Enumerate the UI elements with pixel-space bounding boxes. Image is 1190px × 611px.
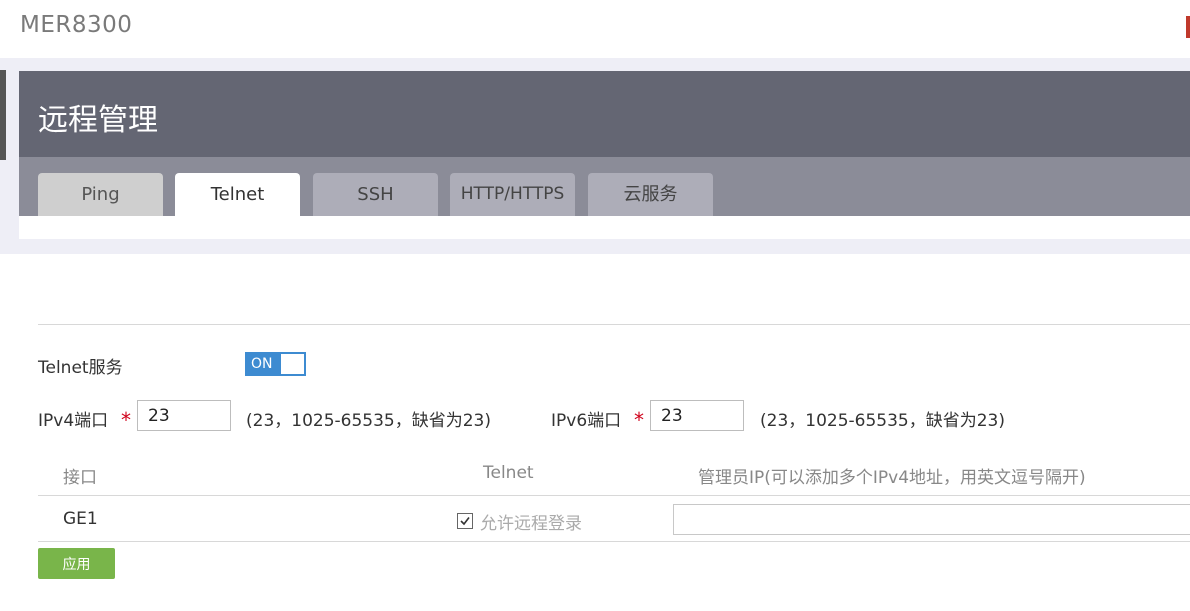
ipv6-port-label: IPv6端口: [551, 411, 622, 431]
toggle-on-label: ON: [247, 354, 281, 374]
tab-http-https[interactable]: HTTP/HTTPS: [450, 173, 575, 216]
required-mark: *: [121, 408, 131, 432]
page-title: 远程管理: [38, 103, 158, 138]
tab-telnet[interactable]: Telnet: [175, 173, 300, 216]
table-row-interface: GE1: [63, 509, 98, 529]
window-edge: [0, 70, 6, 160]
column-header-interface: 接口: [63, 468, 97, 488]
ipv4-port-input[interactable]: [137, 400, 231, 431]
table-header-divider: [38, 495, 1190, 496]
section-divider: [38, 324, 1190, 325]
content-panel: [19, 254, 1190, 611]
ipv4-port-label: IPv4端口: [38, 411, 109, 431]
admin-ip-input[interactable]: [673, 504, 1190, 535]
window-edge-mark: [1186, 16, 1190, 38]
telnet-service-label: Telnet服务: [38, 358, 123, 378]
check-icon: [460, 517, 470, 526]
table-row-divider: [38, 541, 1190, 542]
column-header-admin-ip: 管理员IP(可以添加多个IPv4地址，用英文逗号隔开): [698, 468, 1086, 488]
tab-ping[interactable]: Ping: [38, 173, 163, 216]
apply-button[interactable]: 应用: [38, 548, 115, 579]
tab-ssh[interactable]: SSH: [313, 173, 438, 216]
page-header: [19, 71, 1190, 157]
allow-remote-login-checkbox[interactable]: [457, 513, 473, 529]
required-mark: *: [634, 408, 644, 432]
column-header-telnet: Telnet: [483, 463, 534, 483]
ipv4-port-hint: (23，1025-65535，缺省为23): [246, 411, 492, 431]
top-bar: MER8300: [0, 0, 1190, 58]
brand-logo: MER8300: [20, 12, 133, 38]
tab-cloud-service[interactable]: 云服务: [588, 173, 713, 216]
ipv6-port-hint: (23，1025-65535，缺省为23): [760, 411, 1006, 431]
telnet-service-toggle[interactable]: ON: [245, 352, 306, 376]
tab-content-top: [19, 216, 1190, 239]
allow-remote-login-label: 允许远程登录: [480, 514, 582, 534]
ipv6-port-input[interactable]: [650, 400, 744, 431]
